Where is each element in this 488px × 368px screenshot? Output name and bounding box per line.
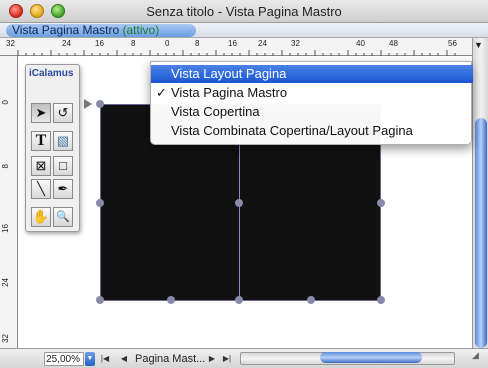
ruler-h-label: 32 xyxy=(291,39,300,48)
ruler-h-label: 24 xyxy=(258,39,267,48)
page-view-selector[interactable]: Vista Pagina Mastro (attivo) xyxy=(6,24,196,37)
pen-tool-icon[interactable]: ✒ xyxy=(53,179,73,199)
ruler-h-label: 40 xyxy=(356,39,365,48)
menu-item-label: Vista Pagina Mastro xyxy=(171,85,288,100)
vertical-scrollbar[interactable] xyxy=(472,38,488,348)
page-marker-arrow xyxy=(84,99,92,109)
pointer-tool-icon[interactable]: ➤ xyxy=(31,103,51,123)
menu-item-vista-layout-pagina[interactable]: Vista Layout Pagina xyxy=(151,65,473,83)
ruler-v-label: 24 xyxy=(1,278,10,287)
next-page-icon[interactable]: ▶ xyxy=(207,352,217,366)
menu-item-label: Vista Copertina xyxy=(171,104,260,119)
selection-handle[interactable] xyxy=(96,199,104,207)
ruler-h-label: 0 xyxy=(165,39,170,48)
hand-tool-icon[interactable]: ✋ xyxy=(31,207,51,227)
ruler-h-label: 48 xyxy=(389,39,398,48)
line-tool-icon[interactable]: ╲ xyxy=(31,179,51,199)
selection-handle[interactable] xyxy=(235,199,243,207)
zoom-level-field[interactable]: 25,00% xyxy=(44,352,84,366)
ruler-h-label: 24 xyxy=(62,39,71,48)
selection-handle[interactable] xyxy=(96,296,104,304)
ruler-v-label: 0 xyxy=(1,100,10,105)
page-view-state: (attivo) xyxy=(122,23,160,37)
ruler-v-label: 8 xyxy=(1,164,10,169)
rotate-tool-icon[interactable]: ↺ xyxy=(53,103,73,123)
image-tool-icon[interactable]: ▧ xyxy=(53,131,73,151)
rectangle-tool-icon[interactable]: □ xyxy=(53,156,73,176)
ruler-h-label: 16 xyxy=(95,39,104,48)
ruler-h-label: 32 xyxy=(6,39,15,48)
page-label-bar: Vista Pagina Mastro (attivo) xyxy=(0,23,488,38)
page-view-label: Vista Pagina Mastro xyxy=(12,23,120,37)
resize-grip-icon[interactable]: ◢ xyxy=(472,350,479,361)
first-page-icon[interactable]: |◀ xyxy=(100,352,110,366)
zoom-tool-icon[interactable]: 🔍 xyxy=(53,207,73,227)
horizontal-scroll-thumb[interactable] xyxy=(320,352,422,363)
menu-item-vista-copertina[interactable]: Vista Copertina xyxy=(151,103,473,121)
text-tool-icon[interactable]: T xyxy=(31,131,51,151)
ruler-corner-arrow-icon[interactable]: ▼ xyxy=(474,40,483,50)
window-titlebar: Senza titolo - Vista Pagina Mastro xyxy=(0,0,488,23)
vertical-scroll-thumb[interactable] xyxy=(475,118,487,348)
previous-page-icon[interactable]: ◀ xyxy=(119,352,129,366)
palette-title: iCalamus xyxy=(29,68,74,79)
selection-handle[interactable] xyxy=(167,296,175,304)
tool-palette: iCalamus ➤ ↺ T ▧ ⊠ □ ╲ ✒ ✋ 🔍 xyxy=(25,64,80,232)
current-page-field[interactable]: Pagina Mast... xyxy=(135,352,205,366)
menu-item-label: Vista Combinata Copertina/Layout Pagina xyxy=(171,123,413,138)
ruler-h-label: 16 xyxy=(228,39,237,48)
selection-handle[interactable] xyxy=(235,296,243,304)
menu-item-label: Vista Layout Pagina xyxy=(171,66,287,81)
selection-handle[interactable] xyxy=(96,100,104,108)
ruler-v-label: 32 xyxy=(1,334,10,343)
window-title: Senza titolo - Vista Pagina Mastro xyxy=(146,4,342,19)
selection-handle[interactable] xyxy=(307,296,315,304)
last-page-icon[interactable]: ▶| xyxy=(222,352,232,366)
image-frame-tool-icon[interactable]: ⊠ xyxy=(31,156,51,176)
ruler-h-label: 8 xyxy=(195,39,200,48)
menu-item-vista-combinata[interactable]: Vista Combinata Copertina/Layout Pagina xyxy=(151,122,473,140)
ruler-h-label: 8 xyxy=(131,39,136,48)
zoom-menu-chevron-icon[interactable]: ▼ xyxy=(85,352,95,366)
selection-handle[interactable] xyxy=(377,296,385,304)
page-view-menu: Vista Layout Pagina ✓ Vista Pagina Mastr… xyxy=(150,61,473,145)
menu-item-vista-pagina-mastro[interactable]: ✓ Vista Pagina Mastro xyxy=(151,84,473,102)
checkmark-icon: ✓ xyxy=(156,85,167,100)
ruler-v-label: 16 xyxy=(1,224,10,233)
vertical-ruler: 0 8 16 24 32 xyxy=(0,56,18,348)
horizontal-ruler: 32 24 16 8 0 8 16 24 32 40 48 56 xyxy=(0,38,472,56)
ruler-h-label: 56 xyxy=(448,39,457,48)
selection-handle[interactable] xyxy=(377,199,385,207)
